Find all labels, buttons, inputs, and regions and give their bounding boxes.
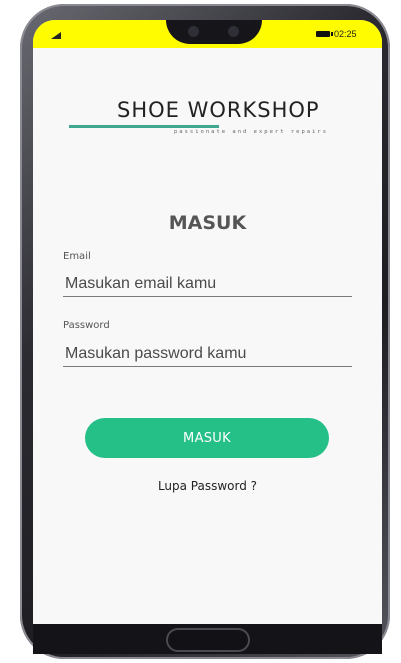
camera-notch [166, 20, 262, 44]
email-field[interactable] [63, 271, 352, 297]
forgot-password-link[interactable]: Lupa Password ? [33, 479, 382, 493]
battery-icon [316, 31, 333, 37]
logo-underline [69, 125, 219, 128]
email-label: Email [63, 251, 91, 262]
app-screen: 02:25 SHOE WORKSHOP passionate and exper… [33, 20, 382, 624]
front-sensor-icon [228, 26, 239, 37]
password-label: Password [63, 320, 110, 331]
brand-name: SHOE WORKSHOP [117, 98, 320, 122]
status-time: 02:25 [334, 29, 357, 39]
brand-tagline: passionate and expert repairs [174, 129, 329, 135]
brand-logo: SHOE WORKSHOP passionate and expert repa… [69, 98, 369, 148]
page-title: MASUK [168, 212, 247, 234]
signal-icon [51, 32, 61, 39]
login-button[interactable]: MASUK [85, 418, 329, 458]
front-camera-icon [188, 26, 199, 37]
home-button[interactable] [166, 628, 250, 652]
password-field[interactable] [63, 341, 352, 367]
